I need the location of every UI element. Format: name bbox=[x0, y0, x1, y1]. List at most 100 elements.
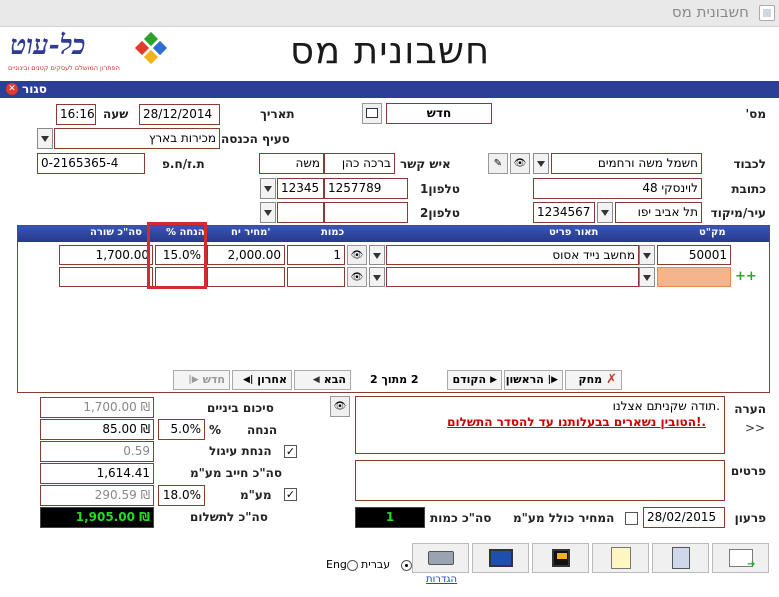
col-header-desc: תאור פריט bbox=[549, 227, 599, 238]
window-title: חשבונית מס bbox=[671, 3, 749, 21]
logo-subtitle: הפתרון המושלם לעסקים קטנים ובינוניים bbox=[8, 64, 120, 72]
grand-total-field: 1,905.00 ₪ bbox=[40, 507, 154, 528]
customer-dropdown[interactable] bbox=[533, 153, 549, 174]
monitor-icon bbox=[488, 549, 513, 567]
row2-qty-field[interactable] bbox=[287, 267, 345, 287]
remark-expand-button[interactable]: >> bbox=[745, 421, 765, 435]
first-page-button[interactable]: ▶| הראשון bbox=[504, 370, 563, 390]
row2-total-field[interactable] bbox=[59, 267, 153, 287]
details-box[interactable] bbox=[355, 460, 725, 501]
customer-edit-button[interactable]: ✎ bbox=[488, 153, 508, 174]
col-header-qty: כמות bbox=[321, 227, 345, 238]
row1-price-field[interactable]: 2,000.00 bbox=[207, 245, 285, 265]
details-label: פרטים bbox=[730, 464, 766, 478]
contact-last-name-field[interactable]: ברכה כהן bbox=[324, 153, 395, 174]
due-date-field[interactable]: 28/02/2015 bbox=[643, 507, 725, 528]
income-section-label: סעיף הכנסה bbox=[221, 132, 290, 146]
customer-name-field[interactable]: חשמל משה ורחמים bbox=[551, 153, 702, 174]
income-section-dropdown[interactable] bbox=[37, 128, 53, 149]
remark-search-button[interactable]: 👁 bbox=[330, 396, 350, 417]
time-field[interactable]: 16:16 bbox=[56, 104, 96, 125]
phone1-label: טלפון1 bbox=[420, 182, 460, 196]
printer-icon bbox=[427, 551, 454, 565]
rounding-checkbox[interactable]: ✓ bbox=[284, 445, 297, 458]
col-header-price: מחיר יח' bbox=[231, 227, 271, 238]
city-field[interactable]: תל אביב יפו bbox=[615, 202, 702, 223]
id-field[interactable]: 0-2165365-4 bbox=[37, 153, 145, 174]
discount-amount-field[interactable]: 85.00 ₪ bbox=[40, 419, 154, 440]
email-button[interactable]: ➜ bbox=[712, 543, 769, 573]
close-button[interactable]: ✕ סגור bbox=[6, 82, 47, 96]
taxable-label: סה"כ חייב מע"מ bbox=[190, 466, 283, 480]
phone2-field[interactable] bbox=[324, 202, 408, 223]
prev-page-button[interactable]: ▶ הקודם bbox=[447, 370, 502, 390]
attach-file-button[interactable] bbox=[592, 543, 649, 573]
prev-page-label: הקודם bbox=[452, 373, 487, 386]
calculator-icon bbox=[671, 547, 690, 569]
customer-search-button[interactable]: 👁 bbox=[510, 153, 530, 174]
row1-sku-field[interactable]: 50001 bbox=[657, 245, 731, 265]
phone1-prefix-dropdown[interactable] bbox=[260, 178, 276, 199]
company-logo: כל-עוט הפתרון המושלם לעסקים קטנים ובינונ… bbox=[6, 30, 168, 74]
row1-qty-field[interactable]: 1 bbox=[287, 245, 345, 265]
row1-sku-dropdown[interactable] bbox=[639, 245, 655, 265]
phone2-prefix-dropdown[interactable] bbox=[260, 202, 276, 223]
app-icon bbox=[759, 5, 775, 21]
lang-hebrew-radio[interactable] bbox=[401, 560, 412, 571]
phone1-field[interactable]: 1257789 bbox=[324, 178, 408, 199]
phone2-prefix-field[interactable] bbox=[277, 202, 324, 223]
contact-first-name-field[interactable]: משה bbox=[259, 153, 324, 174]
lang-english-radio[interactable] bbox=[347, 560, 358, 571]
row2-desc-field[interactable] bbox=[386, 267, 639, 287]
doc-number-lookup-button[interactable] bbox=[362, 103, 382, 124]
first-page-label: הראשון bbox=[505, 373, 544, 386]
remark-box[interactable]: .תודה שקניתם אצלנו .!הטובין נשארים בבעלו… bbox=[355, 396, 725, 454]
remark-line1: .תודה שקניתם אצלנו bbox=[612, 399, 720, 413]
row2-desc-dropdown[interactable] bbox=[369, 267, 385, 287]
vat-percent-field[interactable]: 18.0% bbox=[158, 485, 205, 506]
discount-percent-field[interactable]: 5.0% bbox=[158, 419, 205, 440]
date-field[interactable]: 28/12/2014 bbox=[139, 104, 220, 125]
remark-label: הערה bbox=[734, 402, 766, 416]
last-page-button[interactable]: אחרון |◀ bbox=[232, 370, 292, 390]
doc-number-field[interactable]: חדש bbox=[386, 103, 492, 124]
row1-desc-dropdown[interactable] bbox=[369, 245, 385, 265]
row2-sku-field[interactable] bbox=[657, 267, 731, 287]
add-row-button[interactable]: ++ bbox=[735, 269, 757, 284]
calculator-button[interactable] bbox=[652, 543, 709, 573]
city-dropdown[interactable] bbox=[597, 202, 613, 223]
new-row-button[interactable]: חדש ▶| bbox=[173, 370, 230, 390]
next-page-button[interactable]: הבא ◀ bbox=[294, 370, 351, 390]
phone1-prefix-field[interactable]: 12345 bbox=[277, 178, 324, 199]
delete-row-button[interactable]: ✗ מחק bbox=[565, 370, 622, 390]
incl-vat-checkbox[interactable] bbox=[625, 512, 638, 525]
subtotal-label: סיכום ביניים bbox=[207, 401, 274, 415]
contact-label: איש קשר bbox=[400, 157, 451, 171]
address-label: כתובת bbox=[731, 182, 766, 196]
settings-link[interactable]: הגדרות bbox=[426, 574, 457, 585]
new-icon: ▶| bbox=[188, 375, 199, 385]
row2-item-search-button[interactable]: 👁 bbox=[347, 267, 367, 287]
pencil-icon: ✎ bbox=[493, 158, 503, 169]
vat-checkbox[interactable]: ✓ bbox=[284, 488, 297, 501]
rounding-label: הנחת עיגול bbox=[209, 444, 272, 458]
logo-diamond-icon bbox=[143, 49, 159, 65]
income-section-field[interactable]: מכירות בארץ bbox=[54, 128, 220, 149]
preview-button[interactable] bbox=[472, 543, 529, 573]
row1-total-field[interactable]: 1,700.00 bbox=[59, 245, 153, 265]
logo-diamond-icon bbox=[152, 40, 168, 56]
col-header-total: סה"כ שורה bbox=[90, 227, 142, 238]
address-field[interactable]: לוינסקי 48 bbox=[533, 178, 702, 199]
last-page-label: אחרון bbox=[257, 373, 287, 386]
print-button[interactable] bbox=[412, 543, 469, 573]
vat-amount-field: 290.59 ₪ bbox=[40, 485, 154, 506]
row2-price-field[interactable] bbox=[207, 267, 285, 287]
action-bar: ✕ סגור bbox=[0, 81, 779, 98]
row2-sku-dropdown[interactable] bbox=[639, 267, 655, 287]
zip-field[interactable]: 1234567 bbox=[533, 202, 595, 223]
row1-desc-field[interactable]: מחשב נייד אסוס bbox=[386, 245, 639, 265]
save-button[interactable] bbox=[532, 543, 589, 573]
row1-item-search-button[interactable]: 👁 bbox=[347, 245, 367, 265]
delete-label: מחק bbox=[578, 373, 603, 386]
taxable-field: 1,614.41 bbox=[40, 463, 154, 484]
